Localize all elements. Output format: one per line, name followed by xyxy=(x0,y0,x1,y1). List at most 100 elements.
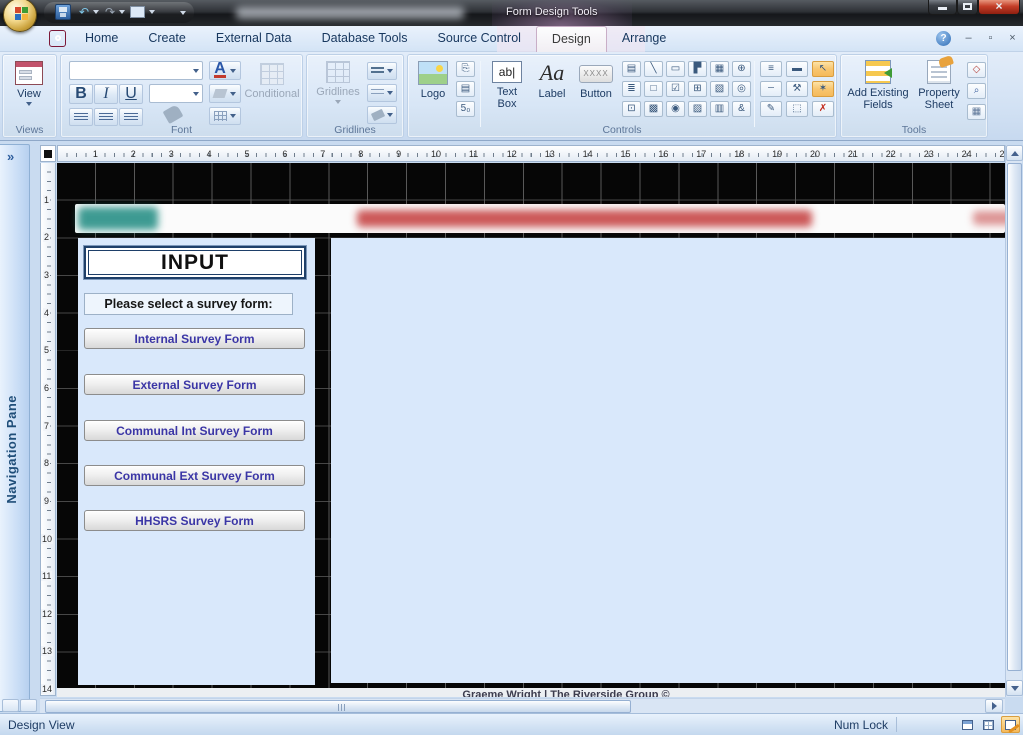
shape-dropdown[interactable]: ▬ xyxy=(786,61,808,77)
scroll-right-button[interactable] xyxy=(985,699,1003,713)
gridline-border-color-dropdown[interactable] xyxy=(367,106,397,124)
fill-color-button[interactable] xyxy=(209,84,241,103)
insert-chart-icon[interactable]: ▦ xyxy=(710,61,729,77)
view-dropdown-icon[interactable] xyxy=(26,102,32,106)
property-sheet-button[interactable]: Property Sheet xyxy=(913,60,965,111)
format-painter-icon[interactable] xyxy=(163,104,184,124)
rectangle-icon[interactable]: □ xyxy=(644,81,663,97)
label-button[interactable]: Aa Label xyxy=(532,61,572,100)
option-button-icon[interactable]: ◉ xyxy=(666,101,685,117)
scrollbar-mini-tab-1[interactable] xyxy=(2,699,19,712)
vertical-scrollbar[interactable] xyxy=(1005,145,1022,697)
tab-database-tools[interactable]: Database Tools xyxy=(307,26,423,52)
tab-arrange[interactable]: Arrange xyxy=(607,26,681,52)
macro-diagram-icon[interactable]: ◇ xyxy=(967,62,986,78)
tab-home[interactable]: Home xyxy=(70,26,133,52)
internal-survey-form-button[interactable]: Internal Survey Form xyxy=(84,328,305,349)
line-color-dropdown[interactable]: ✎ xyxy=(760,101,782,117)
button-button[interactable]: XXXX Button xyxy=(574,61,618,100)
save-icon[interactable] xyxy=(55,4,71,20)
underline-button[interactable]: U xyxy=(119,84,143,104)
close-button[interactable]: × xyxy=(978,0,1020,15)
gridline-style-dropdown[interactable] xyxy=(367,84,397,102)
gridlines-button[interactable]: Gridlines xyxy=(313,61,363,104)
undo-icon[interactable]: ↶ xyxy=(76,4,92,20)
scrollbar-mini-tab-2[interactable] xyxy=(20,699,37,712)
tab-design[interactable]: Design xyxy=(536,26,607,52)
control-wizards-button[interactable]: ✶ xyxy=(812,81,834,97)
gridline-color-button[interactable] xyxy=(209,107,241,125)
tab-source-control[interactable]: Source Control xyxy=(423,26,536,52)
check-box-icon[interactable]: ☑ xyxy=(666,81,685,97)
page-numbers-icon[interactable]: ▤ xyxy=(456,81,475,97)
redo-dropdown-icon[interactable] xyxy=(119,10,125,14)
form-window-dropdown-icon[interactable] xyxy=(149,10,155,14)
scroll-down-button[interactable] xyxy=(1006,680,1023,696)
db-minimize-icon[interactable]: – xyxy=(960,31,977,46)
font-color-button[interactable]: A xyxy=(209,61,241,80)
vertical-ruler[interactable]: 1234567891011121314 xyxy=(40,163,56,696)
date-time-icon[interactable]: 5₀ xyxy=(456,101,475,117)
form-prompt-label[interactable]: Please select a survey form: xyxy=(84,293,293,315)
vertical-scroll-thumb[interactable] xyxy=(1007,163,1022,671)
title-button-icon[interactable]: ⎘ xyxy=(456,61,475,77)
form-left-panel[interactable]: INPUT Please select a survey form: Inter… xyxy=(78,238,315,685)
subform-icon[interactable]: ⊡ xyxy=(622,101,641,117)
form-right-panel[interactable] xyxy=(331,238,1005,683)
insert-page-icon[interactable]: ▩ xyxy=(644,101,663,117)
italic-button[interactable]: I xyxy=(94,84,118,104)
restore-button[interactable] xyxy=(957,0,978,15)
tab-external-data[interactable]: External Data xyxy=(201,26,307,52)
datasheet-view-button[interactable] xyxy=(979,716,998,733)
navigation-pane-collapsed[interactable]: » Navigation Pane xyxy=(0,144,30,712)
font-size-combobox[interactable] xyxy=(149,84,203,103)
horizontal-scroll-thumb[interactable] xyxy=(45,700,631,713)
form-selector-button[interactable] xyxy=(40,145,56,162)
form-header-band[interactable] xyxy=(75,204,1005,233)
redo-icon[interactable]: ↷ xyxy=(102,4,118,20)
image-frame-icon[interactable]: ▧ xyxy=(710,81,729,97)
db-restore-icon[interactable]: ▫ xyxy=(982,31,999,46)
select-all-button[interactable]: ⬚ xyxy=(786,101,808,117)
line-type-dropdown[interactable]: ┄ xyxy=(760,81,782,97)
external-survey-form-button[interactable]: External Survey Form xyxy=(84,374,305,395)
line-icon[interactable]: ╲ xyxy=(644,61,663,77)
view-code-icon[interactable]: ⌕ xyxy=(967,83,986,99)
horizontal-scrollbar[interactable] xyxy=(40,698,1005,713)
insert-hyperlink-icon[interactable]: ⊕ xyxy=(732,61,751,77)
undo-dropdown-icon[interactable] xyxy=(93,10,99,14)
design-view-button[interactable] xyxy=(1001,716,1020,733)
attachment-icon[interactable]: & xyxy=(732,101,751,117)
expand-navigation-pane-icon[interactable]: » xyxy=(7,149,14,164)
unbound-object-frame-icon[interactable]: ▭ xyxy=(666,61,685,77)
conditional-button[interactable]: Conditional xyxy=(243,63,301,100)
web-browser-icon[interactable]: ◎ xyxy=(732,81,751,97)
combo-box-icon[interactable]: ▤ xyxy=(622,61,641,77)
customize-quick-access-icon[interactable] xyxy=(180,11,186,15)
list-box-icon[interactable]: ≣ xyxy=(622,81,641,97)
view-button[interactable]: View xyxy=(15,61,43,106)
option-group-icon[interactable]: ⊞ xyxy=(688,81,707,97)
activex-controls-button[interactable]: ⚒ xyxy=(786,81,808,97)
font-name-combobox[interactable] xyxy=(69,61,203,80)
image-icon[interactable]: ▥ xyxy=(710,101,729,117)
db-close-icon[interactable]: × xyxy=(1004,31,1021,46)
gridline-width-dropdown[interactable] xyxy=(367,62,397,80)
text-box-button[interactable]: ab| Text Box xyxy=(486,61,528,110)
tab-control-icon[interactable]: ▛ xyxy=(688,61,707,77)
form-window-icon[interactable] xyxy=(130,6,145,18)
hhsrs-survey-form-button[interactable]: HHSRS Survey Form xyxy=(84,510,305,531)
minimize-button[interactable] xyxy=(928,0,957,15)
tab-create[interactable]: Create xyxy=(133,26,201,52)
convert-macros-icon[interactable]: ▦ xyxy=(967,104,986,120)
form-design-canvas[interactable]: INPUT Please select a survey form: Inter… xyxy=(57,163,1005,697)
scroll-up-button[interactable] xyxy=(1006,145,1023,161)
access-form-icon[interactable] xyxy=(49,30,66,47)
line-thickness-dropdown[interactable]: ≡ xyxy=(760,61,782,77)
help-icon[interactable]: ? xyxy=(936,31,951,46)
form-view-button[interactable] xyxy=(958,716,977,733)
bold-button[interactable]: B xyxy=(69,84,93,104)
toggle-button-icon[interactable]: ▨ xyxy=(688,101,707,117)
form-title-box[interactable]: INPUT xyxy=(84,246,306,279)
horizontal-ruler[interactable]: 1234567891011121314151617181920212223242… xyxy=(57,145,1005,162)
